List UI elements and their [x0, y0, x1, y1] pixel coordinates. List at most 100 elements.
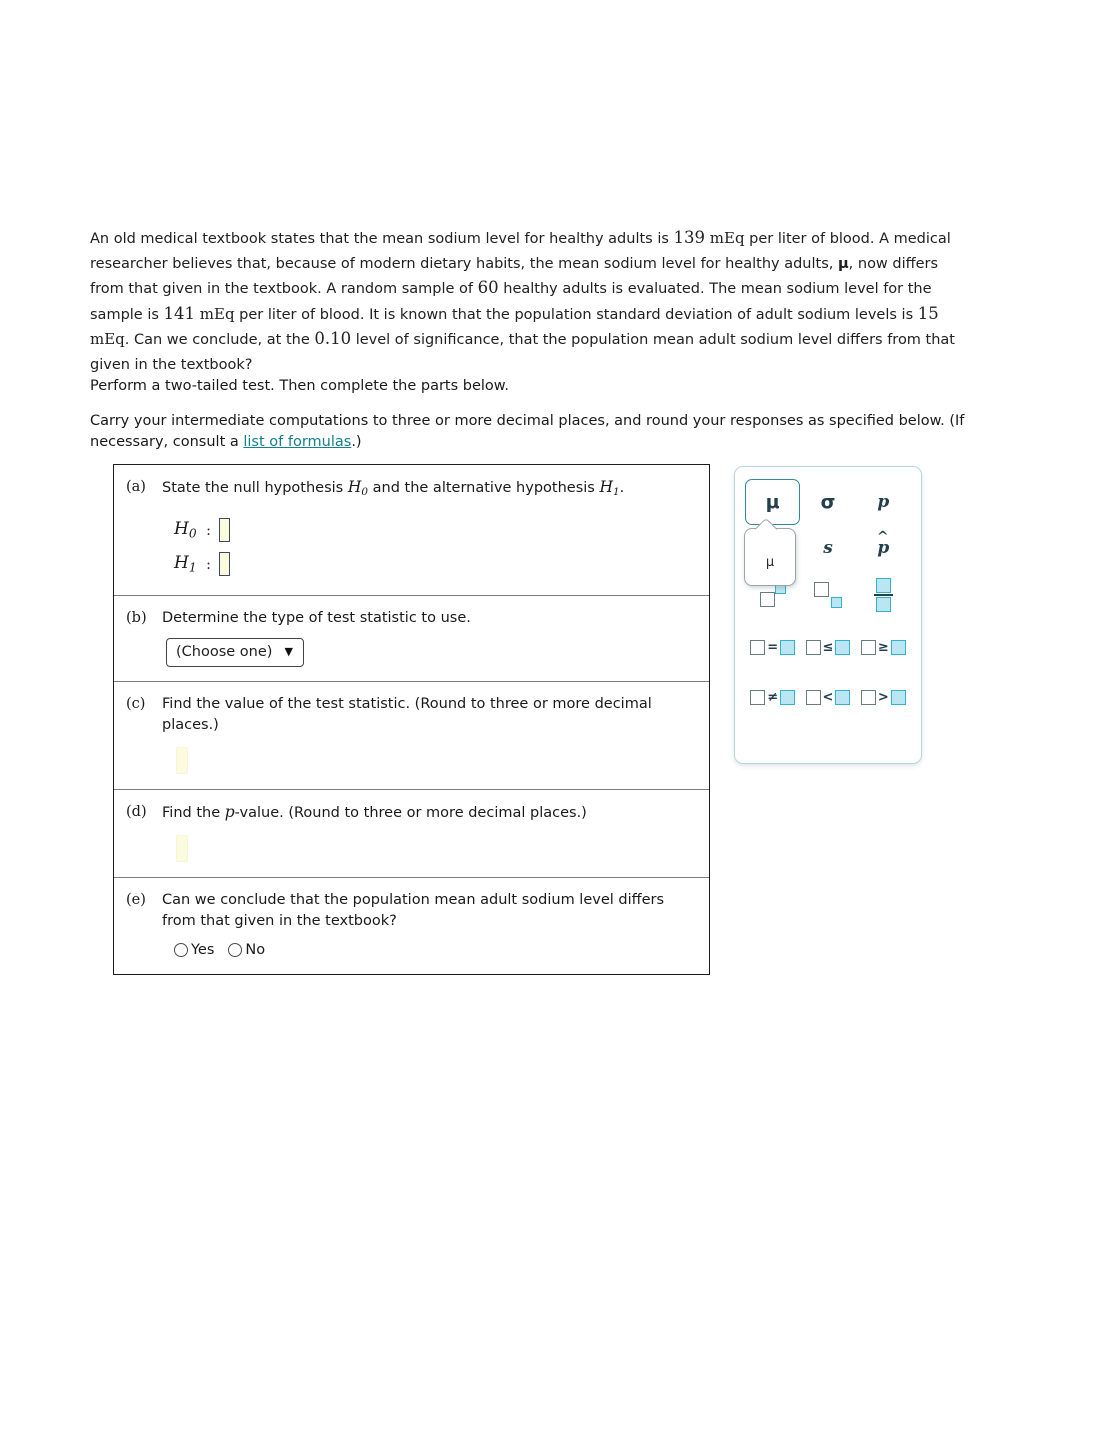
radio-label-no: No	[245, 941, 266, 958]
rounding-paragraph: Carry your intermediate computations to …	[90, 411, 970, 453]
dropdown-value: (Choose one)	[176, 643, 273, 660]
part-c-text: Find the value of the test statistic. (R…	[162, 695, 652, 733]
radio-label-yes: Yes	[191, 941, 215, 958]
geq-icon: ≥	[860, 637, 906, 656]
hypothesis-row-h0: H0 :	[174, 513, 709, 547]
radio-option-yes[interactable]: Yes	[174, 942, 214, 958]
palette-subscript-button[interactable]	[800, 571, 855, 619]
h1-answer-input[interactable]	[219, 551, 231, 576]
palette-neq-button[interactable]: ≠	[745, 675, 800, 717]
part-e-label: (e)	[126, 891, 146, 908]
palette-s-button[interactable]: s	[800, 525, 855, 571]
h1-label-sub: 1	[188, 560, 197, 575]
part-a-label: (a)	[126, 479, 146, 495]
neq-icon: ≠	[750, 687, 796, 706]
alpha-value: 0.10	[314, 329, 352, 349]
fraction-denominator-square	[875, 597, 891, 613]
p-italic: p	[224, 802, 235, 821]
palette-leq-button[interactable]: ≤	[800, 625, 855, 667]
instruction-paragraph: Perform a two-tailed test. Then complete…	[90, 375, 960, 397]
conclusion-radio-group: Yes No	[114, 932, 709, 974]
part-a-text-before: State the null hypothesis	[162, 480, 348, 496]
radio-icon-yes[interactable]	[174, 942, 188, 957]
sigma-value-15: 15	[917, 303, 939, 323]
superscript-icon	[759, 583, 786, 607]
gt-right-square	[890, 689, 906, 705]
part-d-text-b: -value. (Round to three or more decimal …	[234, 804, 587, 821]
p-icon: p	[877, 492, 890, 512]
equals-operator: =	[767, 639, 779, 655]
part-d-text-a: Find the	[162, 804, 225, 821]
worksheet-page: An old medical textbook states that the …	[0, 0, 1114, 1441]
list-of-formulas-link[interactable]: list of formulas	[243, 434, 351, 450]
math-symbol-palette: μ σ p x s p	[734, 466, 922, 764]
geq-operator: ≥	[877, 639, 889, 655]
neq-right-square	[780, 689, 796, 705]
palette-sigma-button[interactable]: σ	[800, 479, 855, 525]
sigma-icon: σ	[820, 491, 836, 513]
mu-symbol-inline: μ	[837, 255, 849, 272]
rounding-text-after: .)	[351, 434, 362, 450]
part-d-label: (d)	[126, 803, 147, 820]
rounding-text-before: Carry your intermediate computations to …	[90, 413, 965, 450]
test-statistic-dropdown-wrap: (Choose one) ▼	[114, 629, 709, 681]
test-statistic-dropdown[interactable]: (Choose one) ▼	[166, 637, 304, 667]
neq-operator: ≠	[767, 689, 779, 705]
hypothesis-row-h1: H1 :	[174, 547, 709, 581]
tooltip-mu-icon: μ	[765, 555, 775, 570]
gt-icon: >	[860, 687, 906, 706]
palette-row-4: = ≤ ≥	[745, 625, 911, 667]
lt-operator: <	[822, 689, 834, 705]
s-icon: s	[823, 538, 833, 558]
gt-operator: >	[877, 689, 889, 705]
problem-text-6: . Can we conclude, at the	[124, 332, 315, 349]
radio-option-no[interactable]: No	[228, 942, 265, 958]
superscript-base-square	[759, 592, 775, 607]
mu-icon: μ	[765, 491, 780, 513]
lt-icon: <	[805, 687, 851, 706]
palette-lt-button[interactable]: <	[800, 675, 855, 717]
subscript-icon	[813, 582, 842, 608]
mean-value-139: 139	[673, 228, 706, 247]
subscript-base-square	[813, 582, 829, 597]
lt-right-square	[835, 689, 851, 705]
subscript-index-square	[830, 597, 842, 608]
fraction-numerator-square	[875, 577, 891, 593]
part-c-label: (c)	[126, 695, 146, 712]
palette-mu-button[interactable]: μ	[745, 479, 801, 525]
part-d-text: Find the p-value. (Round to three or mor…	[162, 802, 587, 824]
unit-meq-1: mEq	[705, 229, 745, 247]
instruction-text: Perform a two-tailed test. Then complete…	[90, 378, 509, 394]
unit-meq-2: mEq	[195, 304, 235, 323]
h0-colon: :	[206, 520, 212, 539]
neq-left-square	[750, 689, 766, 705]
question-part-d: (d) Find the p-value. (Round to three or…	[114, 790, 709, 878]
part-b-text: Determine the type of test statistic to …	[162, 609, 471, 626]
problem-statement: An old medical textbook states that the …	[90, 226, 960, 378]
lt-left-square	[805, 689, 821, 705]
test-statistic-input[interactable]	[177, 747, 187, 773]
unit-meq-3: mEq	[90, 330, 125, 349]
h1-inline: H	[599, 478, 613, 496]
part-b-label: (b)	[126, 609, 147, 626]
palette-p-button[interactable]: p	[856, 479, 911, 525]
radio-icon-no[interactable]	[228, 942, 243, 957]
palette-p-hat-button[interactable]: p	[856, 525, 911, 571]
palette-geq-button[interactable]: ≥	[856, 625, 911, 667]
h1-label: H1	[174, 553, 204, 574]
problem-text-1: An old medical textbook states that the …	[90, 231, 674, 247]
palette-row-1: μ σ p	[745, 479, 911, 525]
leq-icon: ≤	[805, 637, 851, 656]
part-d-answer-row	[114, 824, 709, 877]
palette-equals-button[interactable]: =	[745, 625, 800, 667]
p-value-input[interactable]	[177, 835, 187, 861]
question-part-e: (e) Can we conclude that the population …	[114, 878, 709, 974]
question-box: (a) State the null hypothesis H0 and the…	[113, 464, 710, 975]
part-a-text: State the null hypothesis H0 and the alt…	[162, 477, 624, 503]
sample-size-60: 60	[477, 278, 499, 298]
palette-gt-button[interactable]: >	[856, 675, 911, 717]
part-c-answer-row	[114, 736, 709, 789]
palette-grid: μ σ p x s p	[735, 467, 921, 717]
palette-fraction-button[interactable]	[856, 571, 911, 619]
h0-answer-input[interactable]	[219, 517, 231, 542]
